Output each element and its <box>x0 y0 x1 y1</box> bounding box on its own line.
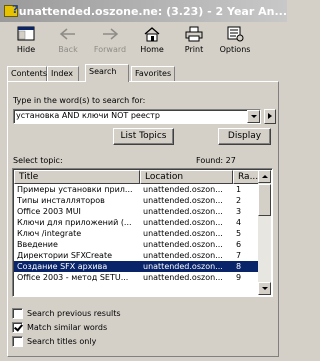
table-row[interactable]: Примеры установки прил... unattended.oszo… <box>14 184 260 195</box>
window-title: unattended.oszone.ne: (3.23) - 2 Year An… <box>18 4 287 18</box>
forward-button[interactable]: Forward <box>88 23 132 61</box>
row-rank: 2 <box>236 196 242 205</box>
print-button[interactable]: Print <box>172 23 216 61</box>
column-header-location[interactable]: Location <box>140 170 233 184</box>
row-title: Введение <box>17 240 58 249</box>
options-label: Options <box>219 45 251 54</box>
table-row[interactable]: Введение unattended.oszon... 6 <box>14 239 260 250</box>
row-title: Типы инсталляторов <box>17 196 105 205</box>
row-title: Office 2003 MUI <box>17 207 81 216</box>
forward-arrow-icon <box>88 23 132 45</box>
row-rank: 3 <box>236 207 242 216</box>
row-title: Office 2003 - метод SETU... <box>17 273 129 282</box>
tab-contents[interactable]: Contents <box>7 66 47 81</box>
tab-index[interactable]: Index <box>47 66 79 81</box>
table-row[interactable]: Ключи для приложений (... unattended.oszo… <box>14 217 260 228</box>
hide-icon <box>4 23 48 45</box>
chevron-down-icon[interactable] <box>247 110 260 123</box>
search-previous-results-option[interactable]: Search previous results <box>12 307 121 319</box>
found-count-label: Found: 27 <box>196 156 236 165</box>
title-bar[interactable]: ? unattended.oszone.ne: (3.23) - 2 Year … <box>0 0 287 22</box>
print-label: Print <box>184 45 204 54</box>
printer-icon <box>172 23 216 45</box>
row-title: Ключ /integrate <box>17 229 82 238</box>
select-topic-label: Select topic: <box>13 156 63 165</box>
row-location: unattended.oszon... <box>143 196 223 205</box>
column-header-rank[interactable]: Ra... <box>233 170 260 184</box>
table-row[interactable]: Ключ /integrate unattended.oszon... 5 <box>14 228 260 239</box>
row-location: unattended.oszon... <box>143 185 223 194</box>
table-row[interactable]: Office 2003 - метод SETU... unattended.os… <box>14 272 260 283</box>
match-similar-words-option[interactable]: Match similar words <box>12 321 107 333</box>
help-book-icon: ? <box>3 2 18 20</box>
row-location: unattended.oszon... <box>143 207 223 216</box>
operator-menu-button[interactable] <box>264 109 276 124</box>
list-topics-button[interactable]: List Topics <box>113 128 174 145</box>
search-previous-results-label: Search previous results <box>27 308 121 318</box>
tab-search[interactable]: Search <box>85 64 129 82</box>
table-row[interactable]: Office 2003 MUI unattended.oszon... 3 <box>14 206 260 217</box>
hide-label: Hide <box>16 45 36 54</box>
options-icon <box>213 23 257 45</box>
results-rows: Примеры установки прил... unattended.oszo… <box>14 184 260 283</box>
row-rank: 1 <box>236 185 242 194</box>
search-titles-only-option[interactable]: Search titles only <box>12 335 96 347</box>
results-header: Title Location Ra... <box>14 170 260 184</box>
row-title: Ключи для приложений (... <box>17 218 132 227</box>
back-label: Back <box>58 45 78 54</box>
search-titles-only-checkbox[interactable] <box>12 335 23 347</box>
row-location: unattended.oszon... <box>143 240 223 249</box>
back-arrow-icon <box>46 23 90 45</box>
options-button[interactable]: Options <box>213 23 257 61</box>
row-rank: 4 <box>236 218 242 227</box>
row-location: unattended.oszon... <box>143 273 223 282</box>
row-rank: 5 <box>236 229 242 238</box>
row-rank: 8 <box>236 262 242 271</box>
scroll-up-icon[interactable] <box>258 170 271 183</box>
match-similar-words-label: Match similar words <box>27 322 108 332</box>
table-row[interactable]: Директории SFXCreate unattended.oszon... 7 <box>14 250 260 261</box>
help-window: ? unattended.oszone.ne: (3.23) - 2 Year … <box>0 0 287 361</box>
row-title: Создание SFX архива <box>17 262 108 271</box>
scroll-thumb[interactable] <box>258 184 271 216</box>
column-header-title[interactable]: Title <box>14 170 140 184</box>
home-button[interactable]: Home <box>130 23 174 61</box>
row-title: Директории SFXCreate <box>17 251 113 260</box>
search-query-text: установка AND ключи NOT реестр <box>16 111 160 120</box>
table-row-selected[interactable]: Создание SFX архива unattended.oszon... 8 <box>14 261 260 272</box>
forward-label: Forward <box>93 45 127 54</box>
row-location: unattended.oszon... <box>143 229 223 238</box>
hide-button[interactable]: Hide <box>4 23 48 61</box>
row-location: unattended.oszon... <box>143 251 223 260</box>
table-row[interactable]: Типы инсталляторов unattended.oszon... 2 <box>14 195 260 206</box>
row-rank: 9 <box>236 273 242 282</box>
row-title: Примеры установки прил... <box>17 185 133 194</box>
search-previous-results-checkbox[interactable] <box>12 307 23 319</box>
display-button[interactable]: Display <box>218 128 271 145</box>
search-query-combo[interactable]: установка AND ключи NOT реестр <box>13 109 261 124</box>
home-icon <box>130 23 174 45</box>
row-location: unattended.oszon... <box>143 218 223 227</box>
home-label: Home <box>140 45 164 54</box>
results-list[interactable]: Title Location Ra... Примеры установки п… <box>12 168 273 297</box>
search-prompt-label: Type in the word(s) to search for: <box>13 96 146 105</box>
search-titles-only-label: Search titles only <box>27 336 97 346</box>
back-button[interactable]: Back <box>46 23 90 61</box>
row-rank: 7 <box>236 251 242 260</box>
row-rank: 6 <box>236 240 242 249</box>
row-location: unattended.oszon... <box>143 262 223 271</box>
tab-favorites[interactable]: Favorites <box>131 66 175 81</box>
scroll-down-icon[interactable] <box>258 282 271 295</box>
results-scrollbar[interactable] <box>258 170 271 295</box>
match-similar-words-checkbox[interactable] <box>12 321 23 333</box>
toolbar: Hide Back Forward Home Print Options <box>0 23 287 61</box>
